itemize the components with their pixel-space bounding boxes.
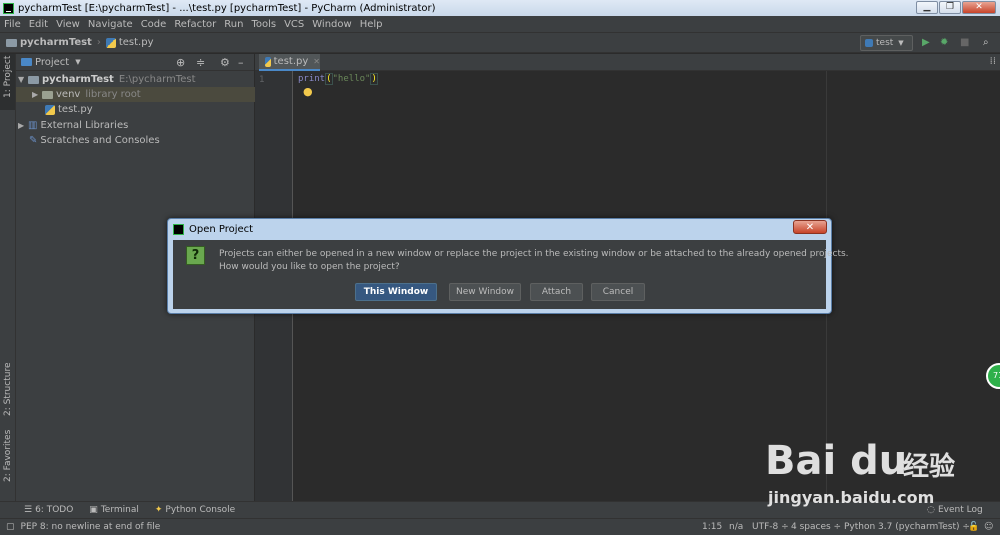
- todo-icon: ☰: [24, 505, 33, 515]
- menu-vcs[interactable]: VCS: [280, 19, 308, 30]
- project-tool-tab[interactable]: 1: Project: [3, 56, 13, 98]
- editor-tab-strip: test.py ✕ ⁞⁞: [255, 54, 1000, 71]
- attach-button[interactable]: Attach: [530, 283, 583, 301]
- editor-split-icon[interactable]: ⁞⁞: [990, 56, 996, 67]
- breadcrumb-project[interactable]: pycharmTest: [20, 37, 92, 48]
- project-panel-header: Project ▼ ⊕ ≑ ⚙ –: [16, 54, 254, 71]
- menu-refactor[interactable]: Refactor: [170, 19, 220, 30]
- folder-icon: [42, 90, 53, 99]
- terminal-tool-tab[interactable]: Terminal: [101, 505, 139, 515]
- terminal-icon: ▣: [89, 505, 98, 515]
- intention-bulb-icon[interactable]: ●: [303, 85, 313, 98]
- minimize-button[interactable]: ▁: [916, 1, 938, 14]
- expand-arrow-icon[interactable]: ▶: [18, 121, 28, 130]
- window-title-bar: pycharmTest [E:\pycharmTest] - ...\test.…: [0, 0, 1000, 16]
- python-file-icon: [45, 104, 55, 115]
- open-project-dialog: Open Project ✕ ? Projects can either be …: [167, 218, 849, 314]
- status-message: PEP 8: no newline at end of file: [20, 522, 161, 532]
- menu-help[interactable]: Help: [356, 19, 387, 30]
- pycharm-app-icon: [3, 2, 14, 14]
- structure-tool-tab[interactable]: 2: Structure: [3, 363, 13, 417]
- lock-icon[interactable]: 🔓: [968, 522, 979, 532]
- watermark-url: jingyan.baidu.com: [768, 488, 935, 507]
- python-console-icon: ✦: [154, 505, 163, 515]
- favorites-tool-tab[interactable]: 2: Favorites: [3, 430, 13, 482]
- tree-item-external-libraries[interactable]: ▶ ▥ External Libraries: [18, 118, 128, 133]
- toggle-tool-windows-icon[interactable]: ▢: [6, 522, 15, 532]
- scratches-icon: ✎: [29, 135, 38, 146]
- menu-edit[interactable]: Edit: [25, 19, 52, 30]
- stop-icon[interactable]: ■: [960, 37, 969, 49]
- close-window-button[interactable]: ✕: [962, 1, 996, 14]
- caret-position[interactable]: 1:15: [702, 522, 722, 532]
- code-line-1: print("hello"): [298, 73, 378, 85]
- python-file-icon: [105, 37, 116, 48]
- menu-code[interactable]: Code: [137, 19, 171, 30]
- locate-icon[interactable]: ⊕: [176, 56, 185, 69]
- editor-tab-test-py[interactable]: test.py ✕: [259, 54, 320, 71]
- new-window-button[interactable]: New Window: [449, 283, 521, 301]
- collapse-all-icon[interactable]: ≑: [196, 56, 205, 69]
- cancel-button[interactable]: Cancel: [591, 283, 645, 301]
- navigation-bar: pycharmTest › test.py test ▼ ▶ ✹ ■ ⌕: [0, 32, 1000, 53]
- left-tool-strip: 1: Project 2: Structure 2: Favorites: [0, 54, 16, 501]
- project-view-selector[interactable]: Project: [35, 57, 69, 68]
- library-icon: ▥: [28, 120, 38, 131]
- dialog-message-line2: How would you like to open the project?: [219, 262, 400, 272]
- run-config-selector[interactable]: test ▼: [860, 35, 913, 51]
- run-icon[interactable]: ▶: [922, 37, 930, 49]
- dialog-message-line1: Projects can either be opened in a new w…: [219, 249, 849, 259]
- folder-icon: [6, 38, 17, 47]
- debug-icon[interactable]: ✹: [940, 37, 948, 49]
- watermark-cn: 经验: [903, 452, 956, 482]
- line-separator[interactable]: n/a: [729, 522, 743, 532]
- this-window-button[interactable]: This Window: [355, 283, 437, 301]
- close-tab-icon[interactable]: ✕: [313, 57, 320, 66]
- folder-icon: [28, 75, 39, 84]
- inspector-icon[interactable]: ☺: [984, 522, 993, 532]
- menu-bar: File Edit View Navigate Code Refactor Ru…: [0, 16, 1000, 32]
- dialog-title: Open Project: [189, 223, 254, 235]
- file-encoding[interactable]: UTF-8 ÷: [752, 522, 789, 532]
- python-file-icon: [265, 56, 271, 67]
- question-icon: ?: [186, 246, 205, 265]
- python-console-tool-tab[interactable]: Python Console: [165, 505, 235, 515]
- watermark-brand: Bai du: [765, 438, 908, 484]
- menu-navigate[interactable]: Navigate: [84, 19, 137, 30]
- gear-icon[interactable]: ⚙: [220, 56, 230, 69]
- menu-file[interactable]: File: [0, 19, 25, 30]
- menu-window[interactable]: Window: [308, 19, 355, 30]
- dialog-close-button[interactable]: ✕: [793, 220, 827, 234]
- tree-item-test-py[interactable]: test.py: [45, 102, 93, 117]
- window-title: pycharmTest [E:\pycharmTest] - ...\test.…: [18, 2, 436, 14]
- expand-arrow-icon[interactable]: ▶: [32, 90, 42, 99]
- breadcrumb-file[interactable]: test.py: [119, 37, 154, 48]
- python-config-icon: [865, 39, 873, 47]
- indent-setting[interactable]: 4 spaces ÷: [791, 522, 841, 532]
- todo-tool-tab[interactable]: 6: TODO: [35, 505, 73, 515]
- breadcrumb-separator-icon: ›: [96, 37, 101, 48]
- status-bar: ▢ PEP 8: no newline at end of file 1:15 …: [0, 518, 1000, 535]
- dialog-body: ? Projects can either be opened in a new…: [173, 240, 849, 309]
- run-config-name: test: [876, 38, 894, 48]
- tree-item-venv[interactable]: ▶ venv library root: [16, 87, 255, 102]
- hide-panel-icon[interactable]: –: [238, 56, 244, 69]
- project-view-icon: [21, 58, 32, 66]
- search-everywhere-icon[interactable]: ⌕: [983, 37, 989, 49]
- baidu-watermark: Bai du 经验 jingyan.baidu.com: [765, 428, 1000, 513]
- dialog-title-bar: Open Project: [168, 219, 831, 239]
- menu-view[interactable]: View: [52, 19, 84, 30]
- chevron-down-icon[interactable]: ▼: [75, 58, 80, 66]
- maximize-button[interactable]: ❐: [939, 1, 961, 14]
- tree-item-scratches[interactable]: ✎ Scratches and Consoles: [29, 133, 160, 148]
- expand-arrow-icon[interactable]: ▼: [18, 75, 28, 84]
- menu-run[interactable]: Run: [220, 19, 247, 30]
- chevron-down-icon: ▼: [898, 39, 904, 47]
- tree-item-root[interactable]: ▼ pycharmTest E:\pycharmTest: [18, 72, 196, 87]
- menu-tools[interactable]: Tools: [247, 19, 280, 30]
- python-interpreter[interactable]: Python 3.7 (pycharmTest) ÷: [844, 522, 970, 532]
- line-number: 1: [259, 75, 265, 85]
- pycharm-app-icon: [173, 223, 184, 235]
